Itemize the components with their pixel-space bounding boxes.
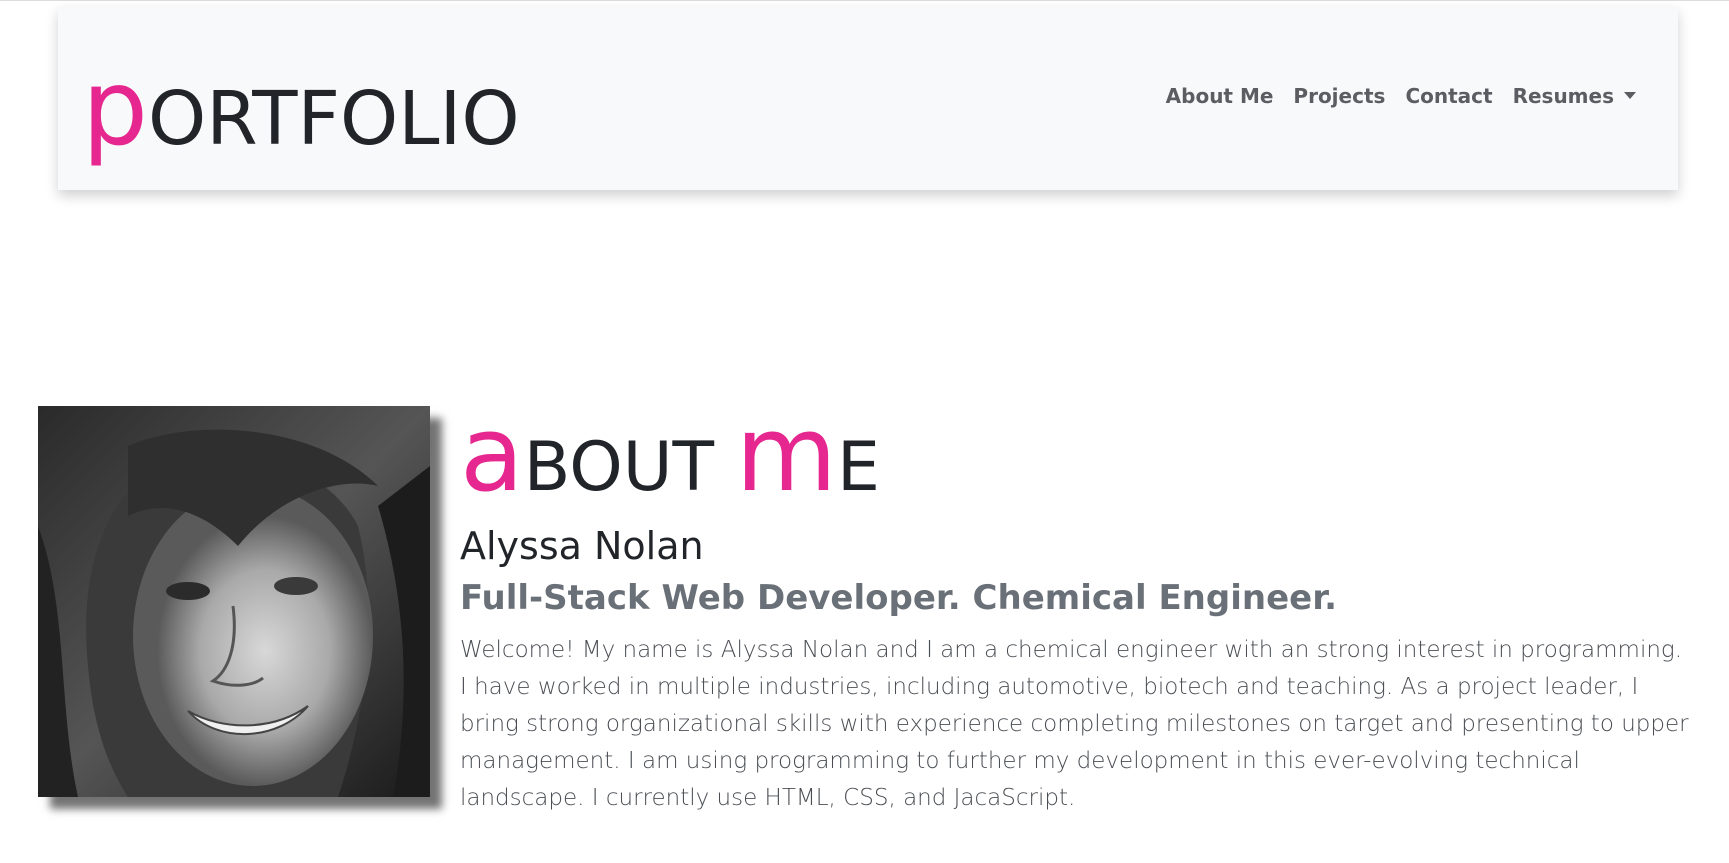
nav-links: About Me Projects Contact Resumes	[1166, 84, 1636, 108]
profile-name: Alyssa Nolan	[460, 524, 704, 568]
nav-resumes-label: Resumes	[1512, 84, 1614, 108]
about-heading: aBOUT mE	[460, 402, 880, 506]
about-heading-e: E	[836, 428, 880, 507]
brand-logo[interactable]: pORTFOLIO	[82, 56, 520, 160]
about-heading-a: a	[460, 393, 524, 515]
nav-projects[interactable]: Projects	[1293, 84, 1385, 108]
about-heading-m: m	[735, 393, 837, 515]
caret-down-icon	[1624, 92, 1636, 99]
profile-bio: Welcome! My name is Alyssa Nolan and I a…	[460, 637, 1689, 811]
navbar: pORTFOLIO About Me Projects Contact Resu…	[58, 6, 1678, 190]
about-heading-bout: BOUT	[523, 428, 736, 507]
nav-contact[interactable]: Contact	[1405, 84, 1492, 108]
brand-first-letter: p	[82, 47, 149, 169]
nav-resumes-dropdown[interactable]: Resumes	[1513, 84, 1636, 108]
portrait-image	[38, 406, 430, 797]
profile-tagline: Full-Stack Web Developer. Chemical Engin…	[460, 578, 1338, 618]
profile-photo	[38, 406, 430, 797]
nav-about-me[interactable]: About Me	[1166, 84, 1274, 108]
top-divider	[0, 0, 1729, 1]
brand-rest: ORTFOLIO	[148, 76, 520, 162]
